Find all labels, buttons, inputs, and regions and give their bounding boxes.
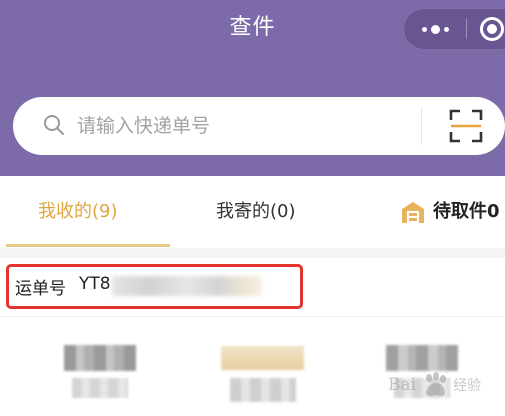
search-icon [44, 115, 64, 135]
mini-program-capsule [403, 8, 505, 50]
highlight-annotation-box [6, 264, 303, 309]
redacted-content [72, 378, 128, 398]
tracking-number-input[interactable] [77, 106, 407, 146]
redacted-content [386, 345, 458, 371]
redacted-content [230, 378, 296, 402]
header-bar: 查件 [0, 0, 505, 176]
tab-pending-pickup-label: 待取件0 [433, 201, 500, 222]
watermark: Bai 经验 [388, 370, 481, 400]
parcel-locker-icon [402, 202, 424, 223]
record-circle-icon[interactable] [480, 17, 504, 41]
scan-icon[interactable] [449, 109, 483, 143]
search-bar [13, 97, 505, 155]
more-button[interactable] [404, 9, 466, 49]
redacted-content [64, 345, 136, 371]
tab-received[interactable]: 我收的(9) [38, 176, 118, 248]
paw-logo-icon [426, 372, 447, 397]
capsule-divider [466, 19, 467, 39]
tab-pending-pickup[interactable]: 待取件0 [400, 176, 500, 248]
watermark-brand: Bai [388, 375, 417, 395]
search-divider [421, 107, 422, 145]
ellipsis-icon [421, 24, 449, 34]
tab-bar: 我收的(9) 我寄的(0) 待取件0 [0, 176, 505, 248]
section-divider [0, 248, 505, 258]
redacted-content [221, 346, 304, 370]
row-divider [0, 316, 505, 317]
watermark-suffix: 经验 [453, 378, 482, 394]
active-tab-indicator [6, 244, 170, 247]
tab-sent[interactable]: 我寄的(0) [216, 176, 296, 248]
